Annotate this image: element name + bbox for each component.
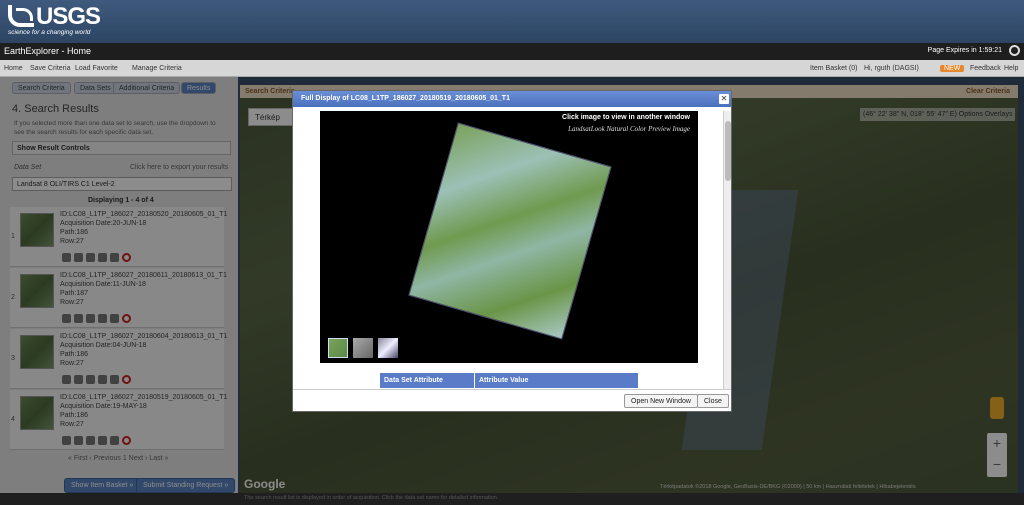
value-col-header: Attribute Value [479, 377, 529, 384]
nav-bar: Home Save Criteria Load Favorite Manage … [0, 60, 1024, 77]
nav-load-favorite[interactable]: Load Favorite [75, 65, 118, 72]
natural-color-thumbnail[interactable] [328, 338, 348, 358]
nav-item-basket[interactable]: Item Basket (0) [810, 65, 857, 72]
usgs-logo-mark-icon [8, 5, 34, 27]
nav-user-menu[interactable]: Hi, rguth (DAGSI) [864, 65, 919, 72]
app-title: EarthExplorer - Home [4, 46, 92, 56]
quality-thumbnail[interactable] [378, 338, 398, 358]
dialog-scrollbar[interactable] [723, 111, 731, 389]
attribute-table-header: Data Set Attribute Attribute Value [380, 373, 638, 388]
image-type-label: LandsatLook Natural Color Preview Image [568, 125, 690, 133]
nav-home[interactable]: Home [4, 65, 23, 72]
nav-feedback[interactable]: Feedback [970, 65, 1001, 72]
full-display-dialog: Full Display of LC08_L1TP_186027_2018051… [292, 90, 732, 412]
app-title-bar: EarthExplorer - Home Page Expires in 1:5… [0, 43, 1024, 60]
satellite-preview-image[interactable] [408, 122, 612, 340]
new-badge: NEW [940, 65, 965, 72]
thermal-thumbnail[interactable] [353, 338, 373, 358]
logo-text: USGS [36, 3, 101, 30]
header-divider [474, 373, 475, 388]
logout-icon[interactable] [1009, 45, 1020, 56]
open-image-hint: Click image to view in another window [562, 114, 690, 121]
dialog-footer-divider [293, 389, 731, 390]
attr-col-header: Data Set Attribute [384, 377, 443, 384]
nav-save-criteria[interactable]: Save Criteria [30, 65, 70, 72]
nav-help[interactable]: Help [1004, 65, 1018, 72]
site-header: USGS science for a changing world [0, 0, 1024, 43]
image-viewer[interactable]: Click image to view in another window La… [320, 111, 698, 363]
scroll-thumb[interactable] [725, 121, 731, 181]
session-expiry: Page Expires in 1:59:21 [927, 47, 1002, 54]
dialog-title: Full Display of LC08_L1TP_186027_2018051… [293, 91, 731, 107]
logo-tagline: science for a changing world [8, 29, 91, 36]
dialog-close-icon[interactable]: ✕ [719, 94, 729, 104]
open-new-window-button[interactable]: Open New Window [624, 394, 698, 408]
nav-manage-criteria[interactable]: Manage Criteria [132, 65, 182, 72]
close-button[interactable]: Close [697, 394, 729, 408]
